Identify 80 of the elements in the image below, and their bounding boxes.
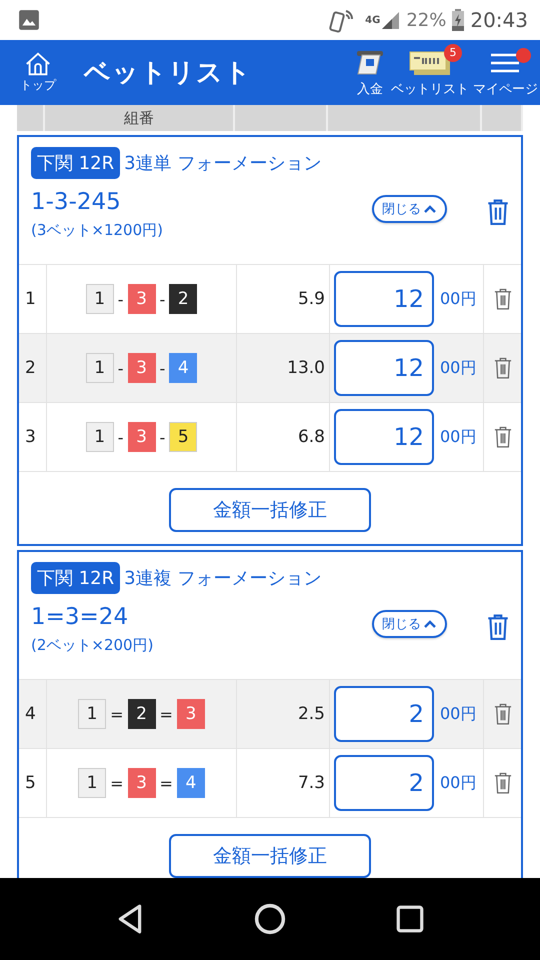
home-icon [24, 51, 52, 77]
row-number: 3 [19, 403, 47, 471]
odds: 6.8 [237, 403, 330, 471]
bet-summary: (2ベット×200円) [31, 636, 154, 655]
boat-number: 1 [86, 422, 114, 452]
combination: 1-3-245 [31, 189, 122, 215]
boat-number: 3 [128, 353, 156, 383]
bulk-edit-button[interactable]: 金額一括修正 [169, 488, 371, 532]
boat-number: 4 [176, 768, 205, 798]
page-title: ベットリスト [84, 57, 252, 90]
delete-icon[interactable] [494, 356, 512, 380]
separator: = [160, 704, 173, 724]
combination: 1=3=24 [31, 604, 130, 630]
gallery-icon [18, 9, 40, 31]
bet-type: 3連複 フォーメーション [124, 567, 322, 590]
separator: - [118, 358, 124, 378]
battery-percent: 22% [406, 10, 446, 30]
home-icon[interactable] [254, 903, 286, 935]
boat-number: 3 [128, 768, 156, 798]
boat-number: 1 [86, 284, 114, 314]
boat-number: 5 [169, 422, 198, 452]
close-button[interactable]: 閉じる [372, 195, 447, 223]
boat-number: 1 [86, 353, 114, 383]
odds: 2.5 [237, 680, 330, 748]
separator: - [160, 290, 166, 308]
count-badge: 5 [444, 44, 462, 62]
network-type: 4G [365, 15, 380, 26]
separator: - [160, 358, 166, 378]
amount-unit: 00円 [440, 358, 476, 378]
boat-number: 3 [128, 284, 156, 314]
amount-field[interactable]: 12 [334, 409, 434, 465]
boat-number: 2 [128, 699, 156, 729]
close-button[interactable]: 閉じる [372, 610, 447, 638]
ticket-icon [408, 48, 452, 76]
header-cell: 組番 [45, 105, 235, 131]
venue-tag: 下関 12R [31, 147, 120, 179]
recents-icon[interactable] [394, 903, 426, 935]
chevron-up-icon [423, 619, 437, 629]
separator: = [160, 774, 173, 792]
bet-summary: (3ベット×1200円) [31, 221, 164, 240]
amount-unit: 00円 [440, 426, 476, 448]
chevron-up-icon [423, 204, 437, 214]
separator: = [110, 704, 124, 724]
row-number: 5 [19, 749, 47, 817]
boat-number: 2 [169, 284, 198, 314]
boat-number: 3 [176, 699, 205, 729]
row-number: 4 [19, 680, 47, 748]
boat-number: 1 [78, 768, 106, 798]
amount-field[interactable]: 12 [334, 271, 434, 327]
row-number: 2 [19, 334, 47, 402]
delete-icon[interactable] [494, 771, 512, 795]
delete-icon[interactable] [494, 287, 512, 311]
separator: - [160, 428, 166, 446]
my-page-button[interactable]: マイページ [471, 48, 540, 98]
delete-icon[interactable] [487, 614, 509, 640]
separator: = [110, 774, 124, 792]
delete-icon[interactable] [494, 702, 512, 726]
separator: - [118, 290, 124, 308]
amount-unit: 00円 [440, 288, 476, 310]
venue-tag: 下関 12R [31, 562, 120, 594]
bulk-edit-button[interactable]: 金額一括修正 [169, 834, 371, 878]
odds: 13.0 [237, 334, 330, 402]
amount-field[interactable]: 2 [334, 686, 434, 742]
boat-number: 4 [169, 353, 198, 383]
delete-icon[interactable] [487, 199, 509, 225]
signal-icon [380, 10, 400, 30]
amount-field[interactable]: 2 [334, 755, 434, 811]
home-button[interactable]: トップ [0, 51, 62, 94]
bet-type: 3連単 フォーメーション [124, 152, 322, 175]
delete-icon[interactable] [494, 425, 512, 449]
odds: 7.3 [237, 749, 330, 817]
boat-number: 1 [78, 699, 106, 729]
separator: - [118, 428, 124, 446]
amount-field[interactable]: 12 [334, 340, 434, 396]
clock: 20:43 [470, 8, 528, 32]
amount-unit: 00円 [440, 704, 476, 724]
amount-unit: 00円 [440, 772, 476, 794]
deposit-button[interactable]: 入金 [351, 48, 389, 98]
battery-charging-icon [452, 9, 464, 31]
boat-number: 3 [128, 422, 156, 452]
